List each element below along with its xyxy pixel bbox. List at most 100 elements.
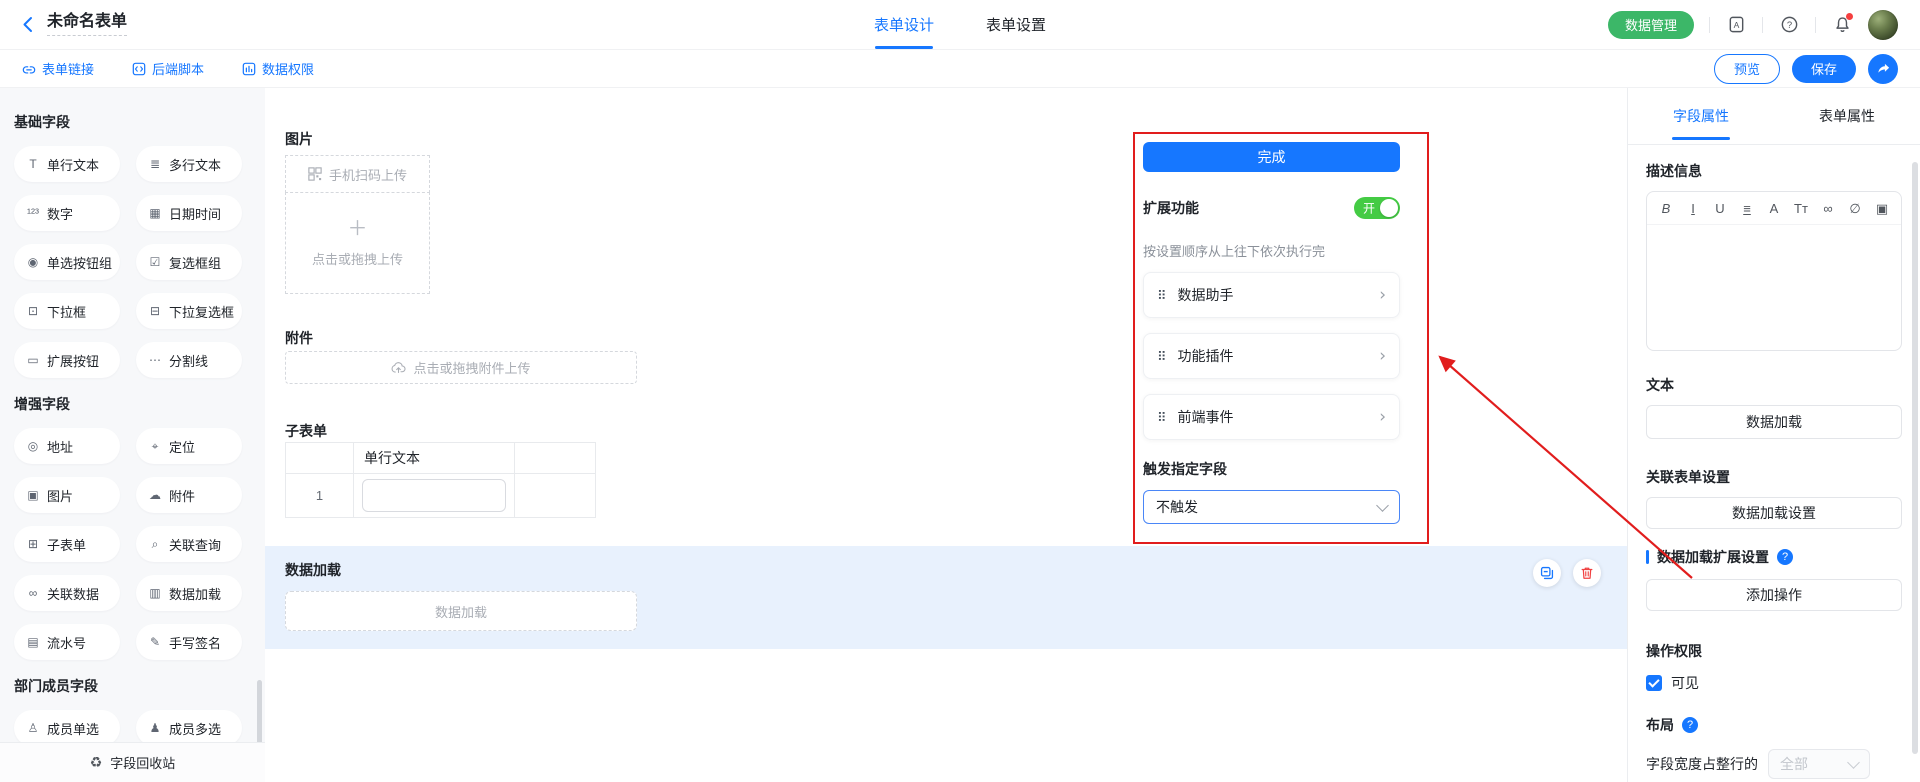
tab-form-settings[interactable]: 表单设置 (986, 0, 1046, 49)
sidebar-field-pill[interactable]: ♟ 成员多选 (136, 710, 242, 746)
ext-function-card-label: 前端事件 (1178, 407, 1369, 427)
address-book-icon[interactable]: A (1725, 14, 1747, 36)
remove-link-icon[interactable]: ∅ (1847, 202, 1863, 215)
subform-text-input[interactable] (362, 479, 506, 512)
member-multi-icon: ♟ (148, 722, 162, 734)
ext-function-card[interactable]: ⠿ 数据助手 › (1143, 272, 1400, 318)
drag-handle-icon[interactable]: ⠿ (1157, 350, 1167, 363)
qr-upload-area[interactable]: 手机扫码上传 (285, 155, 430, 193)
delete-field-button[interactable] (1573, 559, 1601, 587)
dataload-field-row-selected[interactable]: 数据加载 数据加载 (265, 546, 1627, 649)
save-button[interactable]: 保存 (1792, 55, 1856, 83)
preview-button[interactable]: 预览 (1714, 54, 1780, 84)
drag-handle-icon[interactable]: ⠿ (1157, 289, 1167, 302)
properties-content: 描述信息 B I U ≡ A (1628, 161, 1920, 779)
sidebar-field-pill[interactable]: ⋯ 分割线 (136, 342, 242, 378)
sidebar-field-pill[interactable]: ▣ 图片 (14, 477, 120, 513)
form-link-action[interactable]: 表单链接 (22, 59, 94, 78)
attachment-field-label: 附件 (285, 329, 313, 347)
backend-script-action[interactable]: 后端脚本 (132, 59, 204, 78)
description-editor: B I U ≡ A Tт ∞ (1646, 191, 1902, 351)
done-button[interactable]: 完成 (1143, 142, 1400, 172)
checkbox-group-icon: ☑ (148, 256, 162, 268)
font-color-icon[interactable]: A (1766, 202, 1782, 215)
align-icon[interactable]: ≡ (1739, 202, 1755, 215)
sidebar-field-pill[interactable]: ✎ 手写签名 (136, 624, 242, 660)
underline-icon[interactable]: U (1712, 202, 1728, 215)
sidebar-field-pill[interactable]: ¹²³ 数字 (14, 195, 120, 231)
field-pill-label: 定位 (169, 437, 195, 456)
tab-form-properties[interactable]: 表单属性 (1774, 88, 1920, 144)
visible-checkbox[interactable] (1646, 675, 1662, 691)
sidebar-field-pill[interactable]: ▤ 流水号 (14, 624, 120, 660)
sidebar-field-pill[interactable]: ⌕ 关联查询 (136, 526, 242, 562)
data-permission-action[interactable]: 数据权限 (242, 59, 314, 78)
tab-field-properties[interactable]: 字段属性 (1628, 88, 1774, 144)
help-icon[interactable]: ? (1778, 14, 1800, 36)
chevron-right-icon: › (1379, 287, 1386, 304)
sidebar-field-pill[interactable]: ☁ 附件 (136, 477, 242, 513)
bold-icon[interactable]: B (1658, 202, 1674, 215)
notification-dot (1846, 13, 1853, 20)
italic-icon[interactable]: I (1685, 202, 1701, 215)
sidebar-field-pill[interactable]: ▥ 数据加载 (136, 575, 242, 611)
sidebar-field-pill[interactable]: ⌖ 定位 (136, 428, 242, 464)
address-icon: ◎ (26, 440, 40, 452)
drag-handle-icon[interactable]: ⠿ (1157, 411, 1167, 424)
duplicate-field-button[interactable] (1533, 559, 1561, 587)
panel-scrollbar[interactable] (1912, 162, 1918, 754)
insert-link-icon[interactable]: ∞ (1820, 202, 1836, 215)
share-button[interactable] (1868, 54, 1898, 84)
text-value-field[interactable]: 数据加载 (1646, 405, 1902, 439)
visible-label: 可见 (1671, 673, 1699, 693)
ext-function-card[interactable]: ⠿ 功能插件 › (1143, 333, 1400, 379)
data-permission-icon (242, 62, 256, 76)
sidebar-field-pill[interactable]: ∞ 关联数据 (14, 575, 120, 611)
svg-text:A: A (1733, 20, 1739, 30)
field-pill-label: 附件 (169, 486, 195, 505)
image-upload-area[interactable]: ＋ 点击或拖拽上传 (285, 192, 430, 294)
sidebar-field-pill[interactable]: ⊟ 下拉复选框 (136, 293, 242, 329)
field-width-select[interactable]: 全部 (1768, 749, 1870, 779)
sidebar-field-pill[interactable]: ≣ 多行文本 (136, 146, 242, 182)
header-actions: 数据管理 A ? (1608, 10, 1898, 40)
extend-button-icon: ▭ (26, 354, 40, 366)
sidebar-field-pill[interactable]: ▭ 扩展按钮 (14, 342, 120, 378)
user-avatar[interactable] (1868, 10, 1898, 40)
sidebar-field-pill[interactable]: ♙ 成员单选 (14, 710, 120, 746)
sidebar-scrollbar[interactable] (257, 680, 262, 746)
text-label: 文本 (1646, 375, 1902, 395)
sidebar-field-pill[interactable]: T 单行文本 (14, 146, 120, 182)
sidebar-field-pill[interactable]: ⊡ 下拉框 (14, 293, 120, 329)
field-pill-label: 复选框组 (169, 253, 221, 272)
data-manage-button[interactable]: 数据管理 (1608, 11, 1694, 39)
font-size-icon[interactable]: Tт (1793, 202, 1809, 215)
trigger-field-select[interactable]: 不触发 (1143, 490, 1400, 524)
help-circle-icon[interactable]: ? (1682, 717, 1698, 733)
help-circle-icon[interactable]: ? (1777, 549, 1793, 565)
sidebar-field-pill[interactable]: ◉ 单选按钮组 (14, 244, 120, 280)
field-palette-sidebar: 基础字段 T 单行文本 ≣ 多行文本 ¹²³ 数字 (0, 88, 265, 782)
divider-icon: ⋯ (148, 354, 162, 366)
dataload-field-button[interactable]: 数据加载 (285, 591, 637, 631)
description-editor-body[interactable] (1647, 225, 1901, 351)
tab-form-design[interactable]: 表单设计 (874, 0, 934, 49)
notification-bell-icon[interactable] (1831, 14, 1853, 36)
sidebar-field-pill[interactable]: ◎ 地址 (14, 428, 120, 464)
field-recycle-bin[interactable]: ♻ 字段回收站 (0, 742, 265, 782)
form-title[interactable]: 未命名表单 (47, 13, 127, 36)
sidebar-field-pill[interactable]: ⊞ 子表单 (14, 526, 120, 562)
subform-header-row: 单行文本 (286, 443, 595, 474)
ext-function-card[interactable]: ⠿ 前端事件 › (1143, 394, 1400, 440)
dataload-settings-button[interactable]: 数据加载设置 (1646, 497, 1902, 529)
add-action-button[interactable]: 添加操作 (1646, 579, 1902, 611)
ext-function-toggle[interactable]: 开 (1354, 197, 1400, 219)
insert-image-icon[interactable]: ▣ (1874, 202, 1890, 215)
back-icon[interactable] (22, 16, 33, 33)
field-pill-label: 成员单选 (47, 719, 99, 738)
recycle-icon: ♻ (90, 754, 103, 771)
sidebar-field-pill[interactable]: ☑ 复选框组 (136, 244, 242, 280)
sidebar-field-pill[interactable]: ▦ 日期时间 (136, 195, 242, 231)
multi-line-text-icon: ≣ (148, 158, 162, 170)
attachment-upload-area[interactable]: 点击或拖拽附件上传 (285, 351, 637, 384)
